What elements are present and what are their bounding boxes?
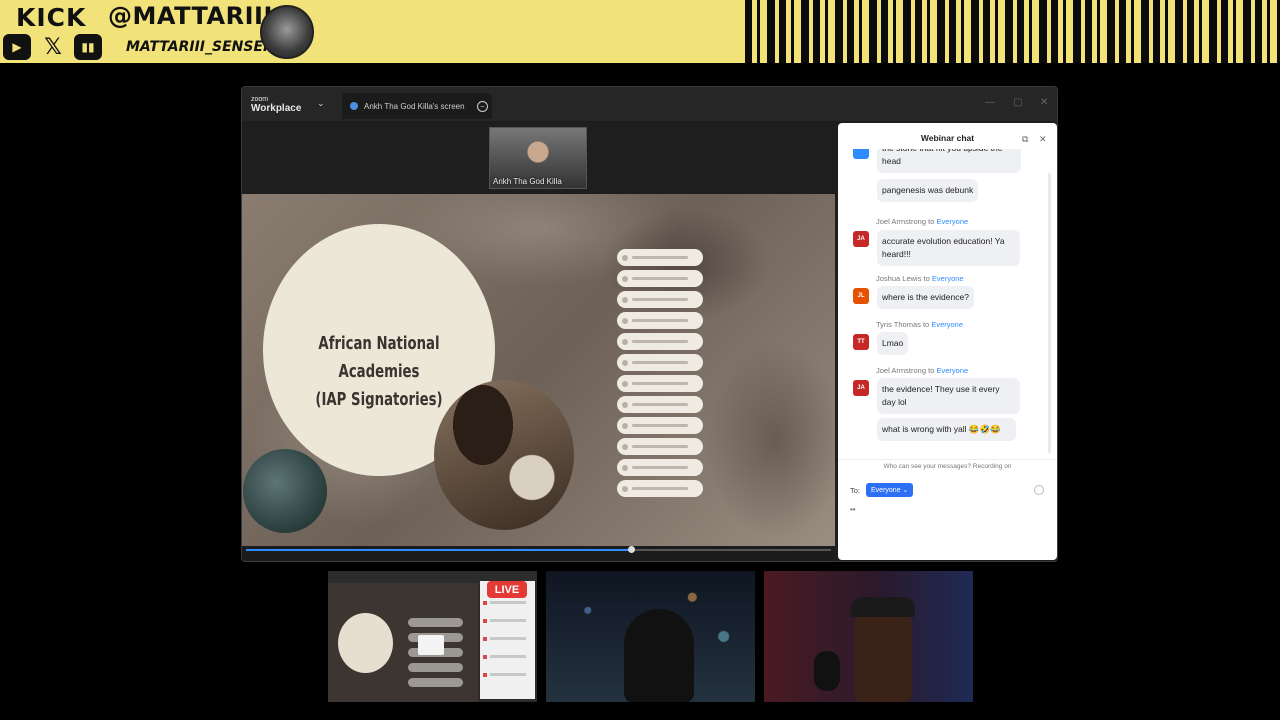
popout-icon[interactable]: ⧉ xyxy=(1022,134,1028,145)
x-icon[interactable]: 𝕏 xyxy=(39,34,67,60)
progress-knob[interactable] xyxy=(628,546,636,553)
stream-banner: KICK @MATTARIII ▶ 𝕏 ▮▮ MATTARIII_SENSEI xyxy=(0,0,1280,63)
recipient-row: To: Everyone ⌄ xyxy=(850,483,914,497)
barcode-decoration xyxy=(745,0,1280,63)
video-progress-bar[interactable] xyxy=(242,546,835,561)
zoom-window: zoom Workplace ⌄ Ankh Tha God Killa's sc… xyxy=(241,86,1058,562)
emoji-icon[interactable] xyxy=(1034,485,1044,495)
slide-list-item xyxy=(617,270,703,287)
slide-title: African National Academies (IAP Signator… xyxy=(291,330,466,414)
zoom-titlebar: zoom Workplace ⌄ Ankh Tha God Killa's sc… xyxy=(242,87,1057,121)
mini-title-circle xyxy=(338,613,393,673)
mini-list-item xyxy=(408,678,463,687)
close-icon[interactable]: ✕ xyxy=(1040,97,1048,108)
zoom-logo: zoom Workplace xyxy=(251,95,302,114)
slide-list-item xyxy=(617,249,703,266)
slide-list-item xyxy=(617,396,703,413)
slide-list-item xyxy=(617,438,703,455)
twitch-icon[interactable]: ▮▮ xyxy=(74,34,102,60)
avatar: TT xyxy=(853,334,869,350)
avatar: JA xyxy=(853,380,869,396)
to-label: To: xyxy=(850,485,861,495)
slide-list-item xyxy=(617,333,703,350)
tab-screen-share[interactable]: Ankh Tha God Killa's screen − xyxy=(342,93,492,119)
slide-list-item xyxy=(617,459,703,476)
scientist-photo xyxy=(434,380,574,530)
globe-icon xyxy=(350,102,358,110)
chat-message: what is wrong with yall 😂🤣😂 xyxy=(877,418,1016,441)
shared-slide: African National Academies (IAP Signator… xyxy=(242,194,835,546)
mini-slide xyxy=(328,583,478,702)
close-icon[interactable]: ✕ xyxy=(1039,134,1047,145)
slide-list-item xyxy=(617,480,703,497)
avatar: JA xyxy=(853,231,869,247)
chat-message: accurate evolution education! Ya heard!!… xyxy=(877,230,1020,266)
chat-sender: Joel Armstrong to Everyone xyxy=(876,366,969,375)
slide-list-item xyxy=(617,354,703,371)
chevron-down-icon[interactable]: ⌄ xyxy=(317,98,325,109)
chat-message: where is the evidence? xyxy=(877,286,974,309)
streamer-avatar xyxy=(260,5,314,59)
recipient-dropdown[interactable]: Everyone ⌄ xyxy=(866,483,914,497)
feed-camera-3 xyxy=(764,571,973,702)
slide-title-line1: African National Academies xyxy=(318,333,440,382)
maximize-icon[interactable]: ▢ xyxy=(1013,97,1022,108)
platform-logo: KICK xyxy=(16,3,87,32)
youtube-icon[interactable]: ▶ xyxy=(3,34,31,60)
chat-message: the stone that hit you upside the head xyxy=(877,149,1021,173)
chat-sender: Joshua Lewis to Everyone xyxy=(876,274,964,283)
secondary-handle: MATTARIII_SENSEI xyxy=(126,39,269,55)
chat-message: Lmao xyxy=(877,332,909,355)
minimize-icon[interactable]: — xyxy=(985,97,995,108)
chat-scrollbar[interactable] xyxy=(1048,173,1051,453)
privacy-note[interactable]: Who can see your messages? Recording on xyxy=(838,459,1057,473)
mini-list-item xyxy=(408,663,463,672)
slide-list-item xyxy=(617,375,703,392)
presenter-name: Ankh Tha God Killa xyxy=(493,177,562,186)
chat-message: pangenesis was debunk xyxy=(877,179,979,202)
virus-image xyxy=(243,449,327,533)
mini-chat xyxy=(480,581,535,699)
participant-silhouette xyxy=(851,597,915,702)
tab-label: Ankh Tha God Killa's screen xyxy=(364,101,465,111)
monitor-icon xyxy=(418,635,444,655)
microphone-icon xyxy=(814,651,840,691)
feed-camera-2 xyxy=(546,571,755,702)
chat-message: the evidence! They use it every day lol xyxy=(877,378,1020,414)
chat-sender: Joel Armstrong to Everyone xyxy=(876,217,969,226)
zoom-brand-bottom: Workplace xyxy=(251,103,302,114)
streamer-handle: @MATTARIII xyxy=(108,2,273,30)
slide-list-item xyxy=(617,312,703,329)
slide-list-item xyxy=(617,291,703,308)
participant-silhouette xyxy=(624,609,694,702)
webinar-chat-panel: Webinar chat ⧉ ✕ the stone that hit you … xyxy=(838,123,1057,560)
avatar xyxy=(853,149,869,159)
chat-messages: the stone that hit you upside the head p… xyxy=(838,149,1057,469)
mini-list-item xyxy=(408,618,463,627)
stream-layout: KICK @MATTARIII ▶ 𝕏 ▮▮ MATTARIII_SENSEI … xyxy=(0,0,1280,720)
chat-sender: Tyris Thomas to Everyone xyxy=(876,320,964,329)
avatar: JL xyxy=(853,288,869,304)
stop-share-icon[interactable]: − xyxy=(477,100,488,112)
slide-list-item xyxy=(617,417,703,434)
live-badge: LIVE xyxy=(487,581,527,598)
progress-fill xyxy=(246,549,633,551)
presenter-video[interactable]: Ankh Tha God Killa xyxy=(489,127,587,189)
slide-title-line2: (IAP Signatories) xyxy=(315,389,443,410)
chat-input[interactable]: •• xyxy=(850,505,856,514)
